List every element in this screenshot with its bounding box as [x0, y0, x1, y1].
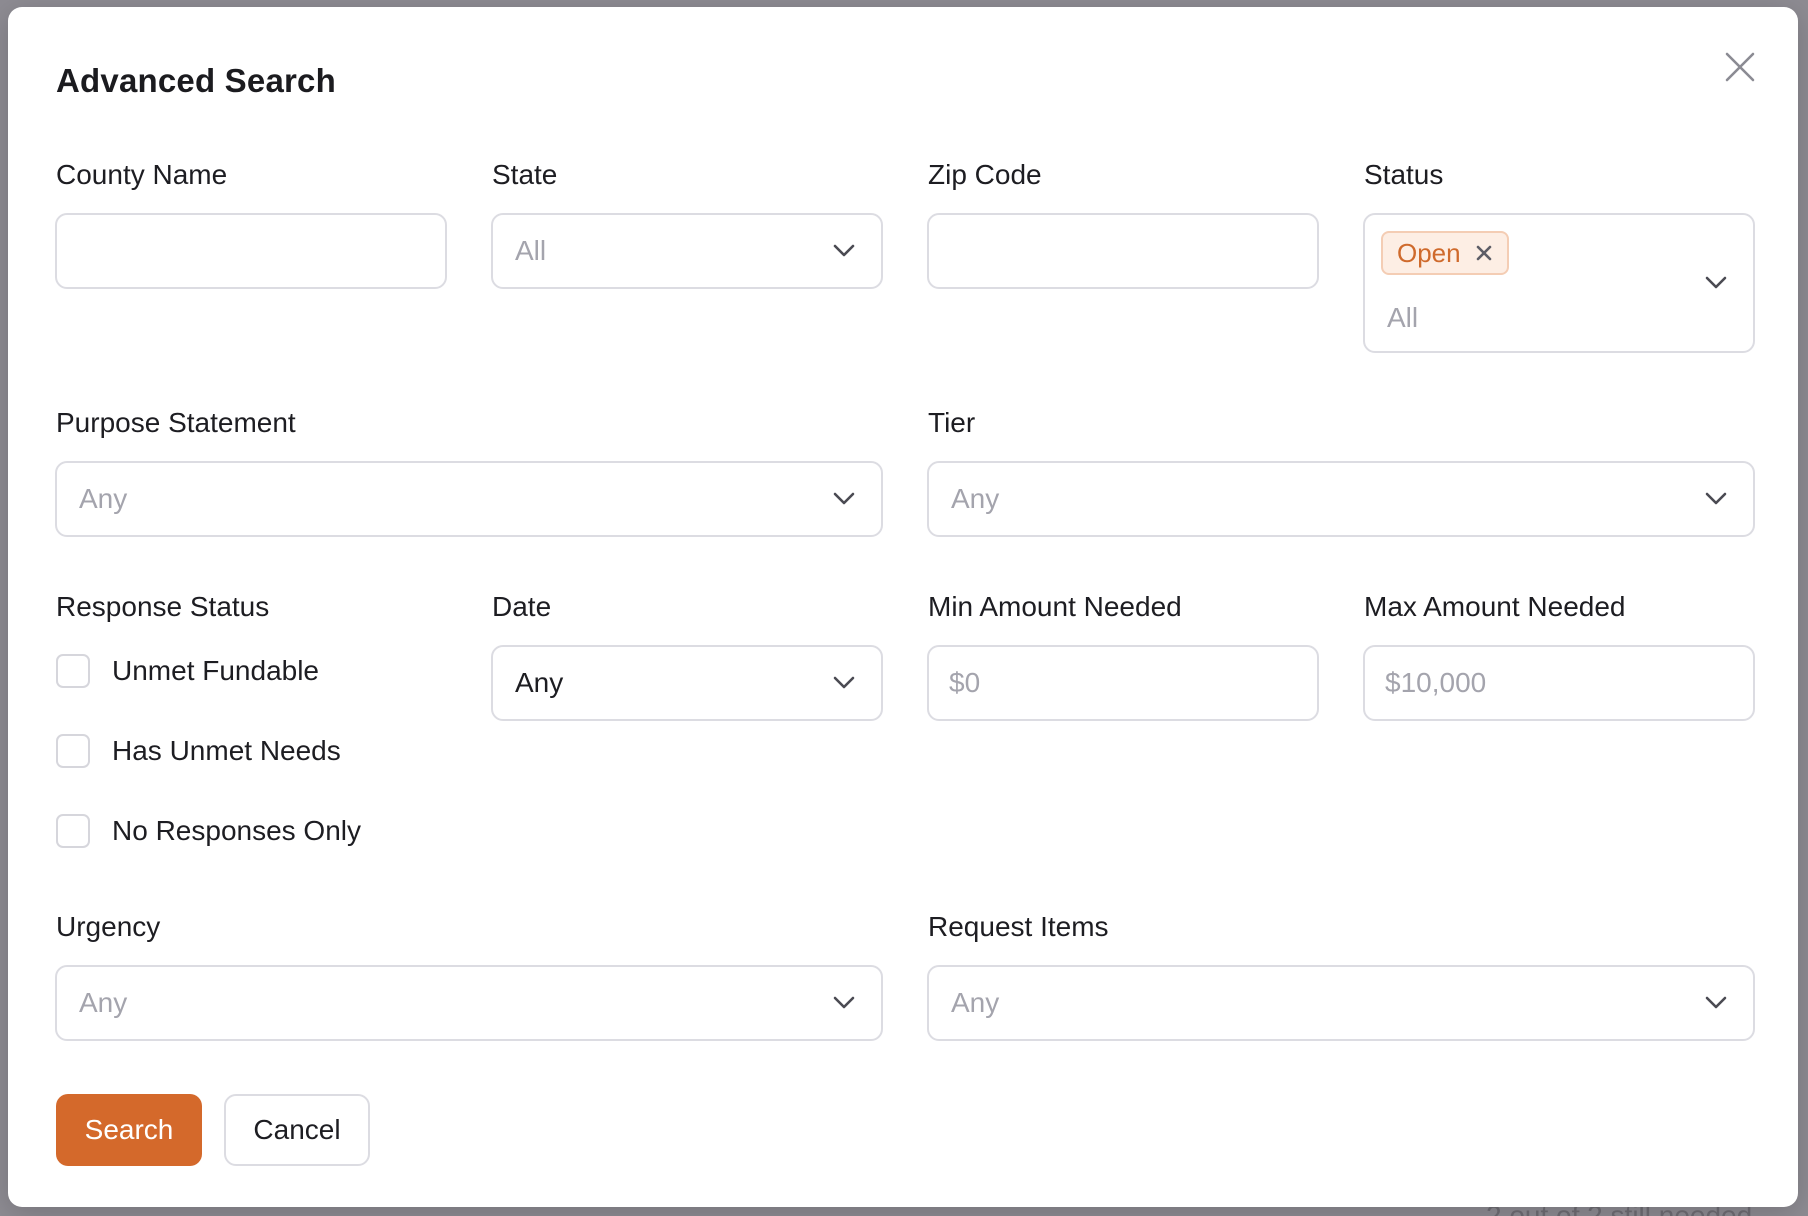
purpose-statement-label: Purpose Statement	[56, 407, 296, 438]
no-responses-only-label: No Responses Only	[112, 815, 362, 846]
cancel-button[interactable]: Cancel	[224, 1094, 370, 1166]
chevron-down-icon	[833, 492, 855, 505]
zip-code-input-box[interactable]	[927, 213, 1319, 289]
min-amount-input-box[interactable]	[927, 645, 1319, 721]
urgency-select[interactable]: Any	[55, 965, 883, 1041]
unmet-fundable-label: Unmet Fundable	[112, 655, 320, 686]
has-unmet-needs-checkbox[interactable]	[56, 734, 90, 768]
status-select-placeholder: All	[1387, 302, 1419, 333]
request-items-label: Request Items	[928, 911, 1109, 942]
county-name-input[interactable]	[77, 215, 425, 287]
status-tag-label: Open	[1397, 237, 1461, 268]
date-select[interactable]: Any	[491, 645, 883, 721]
request-items-select[interactable]: Any	[927, 965, 1755, 1041]
chevron-down-icon	[833, 676, 855, 689]
purpose-statement-placeholder: Any	[79, 483, 128, 514]
close-button[interactable]	[1718, 45, 1762, 89]
unmet-fundable-checkbox[interactable]	[56, 654, 90, 688]
tier-select[interactable]: Any	[927, 461, 1755, 537]
has-unmet-needs-option[interactable]: Has Unmet Needs	[56, 734, 341, 768]
unmet-fundable-option[interactable]: Unmet Fundable	[56, 654, 319, 688]
county-name-input-box[interactable]	[55, 213, 447, 289]
chevron-down-icon	[1705, 996, 1727, 1009]
has-unmet-needs-label: Has Unmet Needs	[112, 735, 341, 766]
state-select-placeholder: All	[515, 235, 547, 266]
zip-code-input[interactable]	[949, 215, 1297, 287]
modal-title: Advanced Search	[56, 62, 336, 99]
x-icon[interactable]	[1475, 244, 1493, 262]
date-select-value: Any	[515, 667, 564, 698]
county-name-label: County Name	[56, 159, 228, 190]
close-icon	[1725, 52, 1755, 82]
state-select[interactable]: All	[491, 213, 883, 289]
advanced-search-modal: Advanced Search County Name State Zip Co…	[8, 7, 1798, 1207]
urgency-label: Urgency	[56, 911, 161, 942]
purpose-statement-select[interactable]: Any	[55, 461, 883, 537]
no-responses-only-checkbox[interactable]	[56, 814, 90, 848]
chevron-down-icon	[833, 996, 855, 1009]
request-items-placeholder: Any	[951, 987, 1000, 1018]
chevron-down-icon	[833, 244, 855, 257]
response-status-label: Response Status	[56, 591, 270, 622]
tier-placeholder: Any	[951, 483, 1000, 514]
max-amount-input[interactable]	[1385, 647, 1733, 719]
status-tag-open: Open	[1381, 231, 1509, 275]
no-responses-only-option[interactable]: No Responses Only	[56, 814, 361, 848]
status-label: Status	[1364, 159, 1444, 190]
chevron-down-icon	[1705, 276, 1727, 289]
zip-code-label: Zip Code	[928, 159, 1042, 190]
urgency-placeholder: Any	[79, 987, 128, 1018]
chevron-down-icon	[1705, 492, 1727, 505]
max-amount-input-box[interactable]	[1363, 645, 1755, 721]
status-multiselect[interactable]: Open All	[1363, 213, 1755, 353]
tier-label: Tier	[928, 407, 976, 438]
min-amount-input[interactable]	[949, 647, 1297, 719]
state-label: State	[492, 159, 558, 190]
min-amount-label: Min Amount Needed	[928, 591, 1182, 622]
date-label: Date	[492, 591, 552, 622]
search-button[interactable]: Search	[56, 1094, 202, 1166]
max-amount-label: Max Amount Needed	[1364, 591, 1626, 622]
